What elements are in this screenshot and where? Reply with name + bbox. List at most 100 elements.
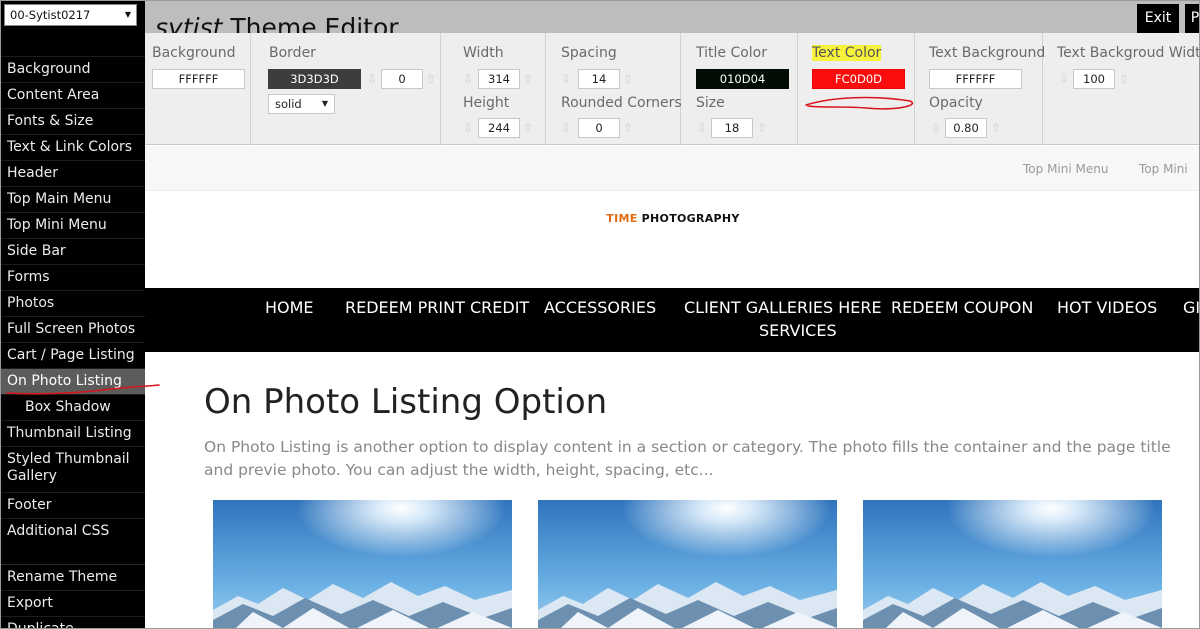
arrow-down-icon[interactable]: ⇩ bbox=[697, 120, 707, 136]
border-width-field[interactable]: 0 bbox=[381, 69, 423, 89]
sidebar-item-full-screen-photos[interactable]: Full Screen Photos bbox=[1, 316, 145, 342]
sidebar-item-text-link-colors[interactable]: Text & Link Colors bbox=[1, 134, 145, 160]
background-section: Background FFFFFF bbox=[145, 33, 251, 145]
border-label: Border bbox=[269, 45, 316, 61]
rounded-corners-label: Rounded Corners bbox=[561, 95, 682, 111]
editor-topbar: sytist Theme Editor Exit P bbox=[145, 1, 1199, 42]
text-background-width-field[interactable]: 100 bbox=[1073, 69, 1115, 89]
annotation-scribble bbox=[805, 96, 913, 110]
border-color-field[interactable]: 3D3D3D bbox=[268, 69, 361, 89]
sidebar-item-photos[interactable]: Photos bbox=[1, 290, 145, 316]
height-label: Height bbox=[463, 95, 510, 111]
arrow-up-icon[interactable]: ⇧ bbox=[523, 120, 533, 136]
exit-button[interactable]: Exit bbox=[1137, 4, 1179, 33]
menu-item-accessories[interactable]: ACCESSORIES bbox=[544, 298, 656, 317]
text-background-field[interactable]: FFFFFF bbox=[929, 69, 1022, 89]
export-button[interactable]: Export bbox=[1, 590, 145, 616]
arrow-up-icon[interactable]: ⇧ bbox=[426, 71, 436, 87]
menu-item-home[interactable]: HOME bbox=[265, 298, 314, 317]
sidebar-item-top-main-menu[interactable]: Top Main Menu bbox=[1, 186, 145, 212]
spacing-field[interactable]: 14 bbox=[578, 69, 620, 89]
preview-button[interactable]: P bbox=[1185, 4, 1199, 33]
theme-select[interactable]: 00-Sytist0217 ▼ bbox=[4, 4, 137, 26]
photo-tile[interactable] bbox=[213, 500, 512, 628]
menu-item-services[interactable]: SERVICES bbox=[759, 321, 837, 340]
title-color-field[interactable]: 010D04 bbox=[696, 69, 789, 89]
arrow-down-icon[interactable]: ⇩ bbox=[561, 71, 571, 87]
sidebar-item-header[interactable]: Header bbox=[1, 160, 145, 186]
photo-tile[interactable] bbox=[538, 500, 837, 628]
text-color-label: Text Color bbox=[812, 45, 882, 61]
width-label: Width bbox=[463, 45, 504, 61]
photo-tile[interactable] bbox=[863, 500, 1162, 628]
sidebar-item-styled-thumbnail-gallery[interactable]: Styled Thumbnail Gallery bbox=[1, 446, 145, 492]
opacity-label: Opacity bbox=[929, 95, 983, 111]
menu-item-redeem-print-credit[interactable]: REDEEM PRINT CREDIT bbox=[345, 298, 529, 317]
site-logo[interactable]: TIME PHOTOGRAPHY bbox=[145, 212, 1199, 225]
height-field[interactable]: 244 bbox=[478, 118, 520, 138]
sidebar-item-box-shadow[interactable]: Box Shadow bbox=[1, 394, 145, 420]
sidebar-item-forms[interactable]: Forms bbox=[1, 264, 145, 290]
arrow-down-icon[interactable]: ⇩ bbox=[367, 71, 377, 87]
arrow-down-icon[interactable]: ⇩ bbox=[463, 120, 473, 136]
sidebar-item-fonts-size[interactable]: Fonts & Size bbox=[1, 108, 145, 134]
opacity-field[interactable]: 0.80 bbox=[945, 118, 987, 138]
size-label: Size bbox=[696, 95, 725, 111]
sidebar-item-content-area[interactable]: Content Area bbox=[1, 82, 145, 108]
arrow-up-icon[interactable]: ⇧ bbox=[757, 120, 767, 136]
arrow-down-icon[interactable]: ⇩ bbox=[463, 71, 473, 87]
title-color-label: Title Color bbox=[696, 45, 768, 61]
text-background-label: Text Background bbox=[929, 45, 1046, 61]
width-field[interactable]: 314 bbox=[478, 69, 520, 89]
arrow-down-icon[interactable]: ⇩ bbox=[931, 120, 941, 136]
sidebar-item-background[interactable]: Background bbox=[1, 56, 145, 82]
sidebar-item-additional-css[interactable]: Additional CSS bbox=[1, 518, 145, 544]
menu-item-client-galleries[interactable]: CLIENT GALLERIES HERE bbox=[684, 298, 882, 317]
title-size-field[interactable]: 18 bbox=[711, 118, 753, 138]
mountain-photo bbox=[213, 500, 512, 628]
mini-menu-link[interactable]: Top Mini Menu bbox=[1023, 162, 1108, 176]
mini-menu-link[interactable]: Top Mini bbox=[1139, 162, 1188, 176]
sidebar-item-top-mini-menu[interactable]: Top Mini Menu bbox=[1, 212, 145, 238]
text-color-section: Text Color FC0D0D bbox=[798, 33, 915, 145]
mountain-photo bbox=[863, 500, 1162, 628]
title-color-section: Title Color 010D04 Size ⇩ 18 ⇧ bbox=[681, 33, 798, 145]
duplicate-button[interactable]: Duplicate bbox=[1, 616, 145, 628]
background-label: Background bbox=[152, 45, 236, 61]
chevron-down-icon: ▼ bbox=[321, 99, 328, 108]
site-preview: Top Mini Menu Top Mini TIME PHOTOGRAPHY … bbox=[145, 146, 1199, 628]
text-background-section: Text Background FFFFFF Opacity ⇩ 0.80 ⇧ bbox=[915, 33, 1046, 145]
sidebar-item-cart-page-listing[interactable]: Cart / Page Listing bbox=[1, 342, 145, 368]
text-color-field[interactable]: FC0D0D bbox=[812, 69, 905, 89]
spacing-label: Spacing bbox=[561, 45, 617, 61]
logo-accent-text: TIME bbox=[606, 212, 638, 225]
sidebar-item-on-photo-listing[interactable]: On Photo Listing bbox=[1, 368, 145, 394]
top-mini-menu: Top Mini Menu Top Mini bbox=[145, 146, 1199, 191]
arrow-up-icon[interactable]: ⇧ bbox=[623, 120, 633, 136]
rounded-corners-field[interactable]: 0 bbox=[578, 118, 620, 138]
page-title: On Photo Listing Option bbox=[204, 382, 608, 422]
arrow-up-icon[interactable]: ⇧ bbox=[623, 71, 633, 87]
arrow-up-icon[interactable]: ⇧ bbox=[1119, 71, 1129, 87]
property-panel: Background FFFFFF Border 3D3D3D ⇩ 0 ⇧ so… bbox=[145, 33, 1200, 145]
text-background-width-section: Text Backgroud Width ⇩ 100 ⇧ bbox=[1043, 33, 1200, 145]
rename-theme-button[interactable]: Rename Theme bbox=[1, 564, 145, 590]
menu-item-gi[interactable]: GI bbox=[1183, 298, 1199, 317]
sidebar-item-side-bar[interactable]: Side Bar bbox=[1, 238, 145, 264]
arrow-up-icon[interactable]: ⇧ bbox=[523, 71, 533, 87]
size-section: Width ⇩ 314 ⇧ Height ⇩ 244 ⇧ bbox=[441, 33, 546, 145]
border-style-select[interactable]: solid ▼ bbox=[268, 94, 335, 114]
background-color-field[interactable]: FFFFFF bbox=[152, 69, 245, 89]
arrow-down-icon[interactable]: ⇩ bbox=[561, 120, 571, 136]
arrow-down-icon[interactable]: ⇩ bbox=[1059, 71, 1069, 87]
arrow-up-icon[interactable]: ⇧ bbox=[991, 120, 1001, 136]
sidebar-item-footer[interactable]: Footer bbox=[1, 492, 145, 518]
menu-item-redeem-coupon[interactable]: REDEEM COUPON bbox=[891, 298, 1033, 317]
border-style-value: solid bbox=[275, 97, 302, 111]
sidebar-item-thumbnail-listing[interactable]: Thumbnail Listing bbox=[1, 420, 145, 446]
theme-select-value: 00-Sytist0217 bbox=[10, 8, 91, 22]
text-background-width-label: Text Backgroud Width bbox=[1057, 45, 1200, 61]
sidebar: 00-Sytist0217 ▼ Background Content Area … bbox=[1, 1, 145, 628]
chevron-down-icon: ▼ bbox=[124, 10, 131, 19]
menu-item-hot-videos[interactable]: HOT VIDEOS bbox=[1057, 298, 1157, 317]
